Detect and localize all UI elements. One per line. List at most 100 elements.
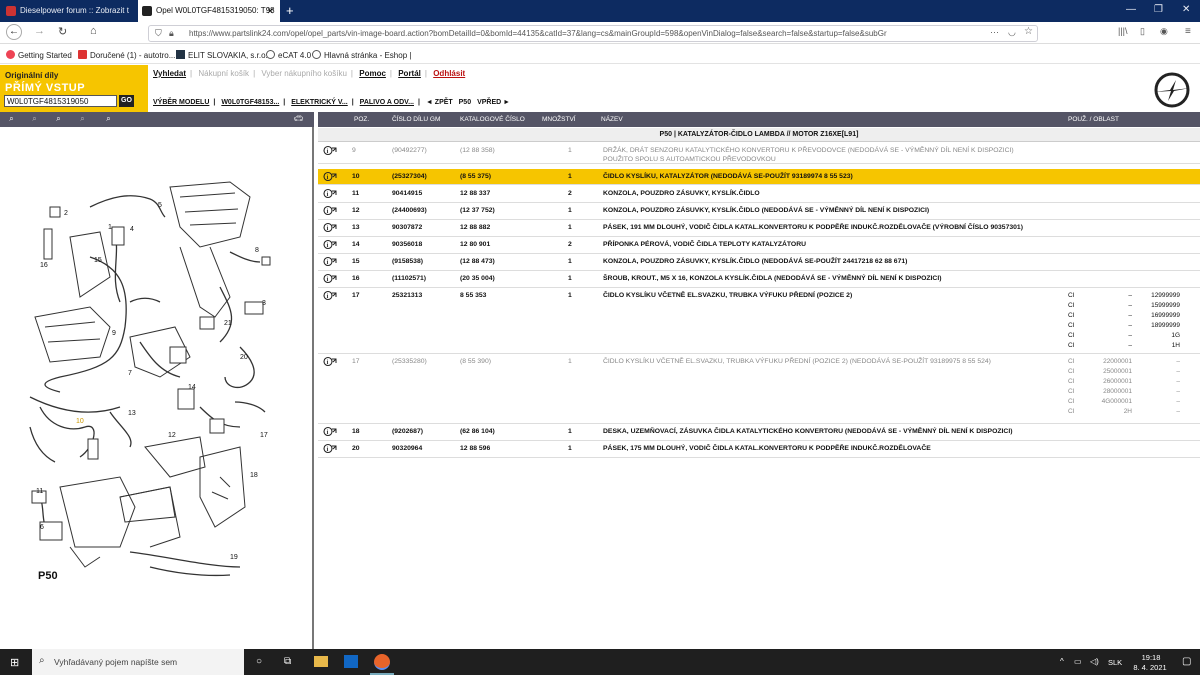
col-pos[interactable]: POZ. (354, 116, 369, 123)
tab-dieselpower[interactable]: Dieselpower forum :: Zobrazit t (2, 0, 137, 22)
info-arrow-icon[interactable]: i (323, 426, 337, 437)
back-link[interactable]: ◄ ZPĚT (426, 99, 453, 106)
callout-13[interactable]: 13 (128, 410, 136, 417)
taskbar-search[interactable]: ⌕ Vyhľadávaný pojem napíšte sem (32, 649, 244, 675)
info-arrow-icon[interactable]: i (323, 188, 337, 199)
nav-help[interactable]: Pomoc (359, 69, 386, 78)
table-row[interactable]: i 20 90320964 12 88 596 1 PÁSEK, 175 MM DLOUH… (318, 441, 1200, 458)
table-row[interactable]: i 18 (9202687) (62 86 104) 1 DESKA, UZEMŇOVAC… (318, 424, 1200, 441)
crumb-electrical[interactable]: ELEKTRICKÝ V... (291, 99, 348, 106)
volume-icon[interactable]: ◁) (1090, 657, 1099, 666)
forward-link[interactable]: VPŘED ► (477, 99, 510, 106)
network-icon[interactable]: ▭ (1074, 657, 1082, 666)
account-icon[interactable]: ◉ (1160, 26, 1168, 37)
col-qty[interactable]: MNOŽSTVÍ (542, 116, 576, 123)
callout-5[interactable]: 5 (158, 202, 162, 209)
page-actions-icon[interactable]: ··· (990, 27, 999, 37)
zoom-fit-icon[interactable]: ⌕ (50, 114, 67, 125)
callout-12[interactable]: 12 (168, 432, 176, 439)
sidebar-icon[interactable]: ▯ (1140, 26, 1145, 37)
crumb-model[interactable]: VÝBĚR MODELU (153, 99, 209, 106)
tray-chevron-icon[interactable]: ^ (1060, 657, 1064, 666)
new-tab-icon[interactable]: + (286, 3, 294, 18)
callout-8[interactable]: 8 (255, 247, 259, 254)
bookmark-eshop[interactable]: Hlavná stránka - Eshop | (312, 50, 411, 60)
callout-9[interactable]: 9 (112, 330, 116, 337)
bookmark-star-icon[interactable]: ☆ (1024, 26, 1033, 37)
info-arrow-icon[interactable]: i (323, 443, 337, 454)
bookmark-elit[interactable]: ELIT SLOVAKIA, s.r.o. (176, 50, 268, 60)
nav-cart[interactable]: Nákupní košík (198, 69, 249, 78)
table-row[interactable]: i 12 (24400693) (12 37 752) 1 KONZOLA, POUZDR… (318, 203, 1200, 220)
outlook-icon[interactable] (344, 655, 358, 668)
zoom-100-icon[interactable]: ⌕ (74, 114, 91, 125)
table-row[interactable]: i 10 (25327304) (8 55 375) 1 ČIDLO KYSLÍKU, K… (318, 169, 1200, 185)
vin-input[interactable]: W0L0TGF4815319050 (4, 95, 117, 107)
info-arrow-icon[interactable]: i (323, 145, 337, 156)
language-indicator[interactable]: SLK (1108, 658, 1122, 667)
callout-1[interactable]: 1 (108, 224, 112, 231)
firefox-taskbar-icon[interactable] (374, 654, 390, 670)
cortana-icon[interactable]: ○ (256, 656, 262, 667)
table-row[interactable]: i 14 90356018 12 80 901 2 PŘÍPONKA PÉROVÁ, VO… (318, 237, 1200, 254)
table-row[interactable]: i 17 25321313 8 55 353 1 ČIDLO KYSLÍKU VČETNĚ… (318, 288, 1200, 354)
col-area[interactable]: POUŽ. / OBLAST (1068, 116, 1119, 123)
bookmark-gmail[interactable]: Doručené (1) - autotro... (78, 50, 175, 60)
callout-21[interactable]: 21 (224, 320, 232, 327)
back-icon[interactable]: ← (6, 24, 22, 40)
clock-time[interactable]: 19:18 (1134, 653, 1168, 662)
info-arrow-icon[interactable]: i (323, 222, 337, 233)
callout-17[interactable]: 17 (260, 432, 268, 439)
vehicle-icon[interactable]: 🚗︎ (290, 114, 307, 125)
nav-select-cart[interactable]: Vyber nákupního košíku (261, 69, 347, 78)
callout-18[interactable]: 18 (250, 472, 258, 479)
menu-icon[interactable]: ≡ (1185, 26, 1191, 37)
col-cat[interactable]: KATALOGOVÉ ČÍSLO (460, 116, 525, 123)
bookmark-getting-started[interactable]: Getting Started (6, 50, 72, 60)
zoom-in-icon[interactable]: ⌕ (3, 114, 20, 125)
callout-15[interactable]: 15 (94, 257, 102, 264)
info-arrow-icon[interactable]: i (323, 239, 337, 250)
callout-19[interactable]: 19 (230, 554, 238, 561)
reload-icon[interactable]: ↻ (58, 25, 67, 38)
callout-7[interactable]: 7 (128, 370, 132, 377)
notifications-icon[interactable]: ▢ (1182, 656, 1191, 667)
callout-3[interactable]: 3 (262, 300, 266, 307)
info-arrow-icon[interactable]: i (323, 273, 337, 284)
table-row[interactable]: i 15 (9158538) (12 88 473) 1 KONZOLA, POUZDRO… (318, 254, 1200, 271)
col-name[interactable]: NÁZEV (601, 116, 623, 123)
callout-20[interactable]: 20 (240, 354, 248, 361)
info-arrow-icon[interactable]: i (323, 290, 337, 301)
forward-icon[interactable]: → (34, 25, 45, 37)
minimize-icon[interactable]: — (1126, 4, 1136, 15)
bookmark-ecat[interactable]: eCAT 4.0 (266, 50, 311, 60)
pocket-icon[interactable]: ◡ (1008, 27, 1016, 38)
windows-start-icon[interactable]: ⊞ (10, 656, 19, 669)
callout-4[interactable]: 4 (130, 226, 134, 233)
file-explorer-icon[interactable] (314, 656, 328, 667)
info-arrow-icon[interactable]: i (323, 205, 337, 216)
nav-search[interactable]: Vyhledat (153, 69, 186, 78)
zoom-area-icon[interactable]: ⌕ (100, 114, 117, 125)
info-arrow-icon[interactable]: i (323, 256, 337, 267)
home-icon[interactable]: ⌂ (90, 25, 97, 37)
table-row[interactable]: i 16 (11102571) (20 35 004) 1 ŠROUB, KROUT., … (318, 271, 1200, 288)
callout-2[interactable]: 2 (64, 210, 68, 217)
table-row[interactable]: i 11 90414915 12 88 337 2 KONZOLA, POUZDRO ZÁ… (318, 186, 1200, 203)
callout-11[interactable]: 11 (36, 488, 43, 495)
table-row[interactable]: i 9 (90492277) (12 88 358) 1 DRŽÁK, DRÁT SENZ… (318, 143, 1200, 164)
callout-16[interactable]: 16 (40, 262, 48, 269)
url-bar[interactable]: ⛉ 🔒︎ https://www.partslink24.com/opel/op… (148, 25, 1038, 42)
callout-6[interactable]: 6 (40, 524, 44, 531)
library-icon[interactable]: |||\ (1118, 26, 1128, 36)
col-gm[interactable]: ČÍSLO DÍLU GM (392, 116, 440, 123)
close-tab-icon[interactable]: ✕ (266, 6, 274, 17)
close-window-icon[interactable]: ✕ (1182, 4, 1190, 15)
maximize-icon[interactable]: ❐ (1154, 4, 1163, 15)
nav-portal[interactable]: Portál (398, 69, 421, 78)
go-button[interactable]: GO (119, 95, 134, 107)
nav-logout[interactable]: Odhlásit (433, 69, 465, 78)
crumb-fuel[interactable]: PALIVO A ODV... (360, 99, 414, 106)
task-view-icon[interactable]: ⧉ (284, 656, 291, 667)
crumb-vin[interactable]: W0L0TGF48153... (221, 99, 279, 106)
